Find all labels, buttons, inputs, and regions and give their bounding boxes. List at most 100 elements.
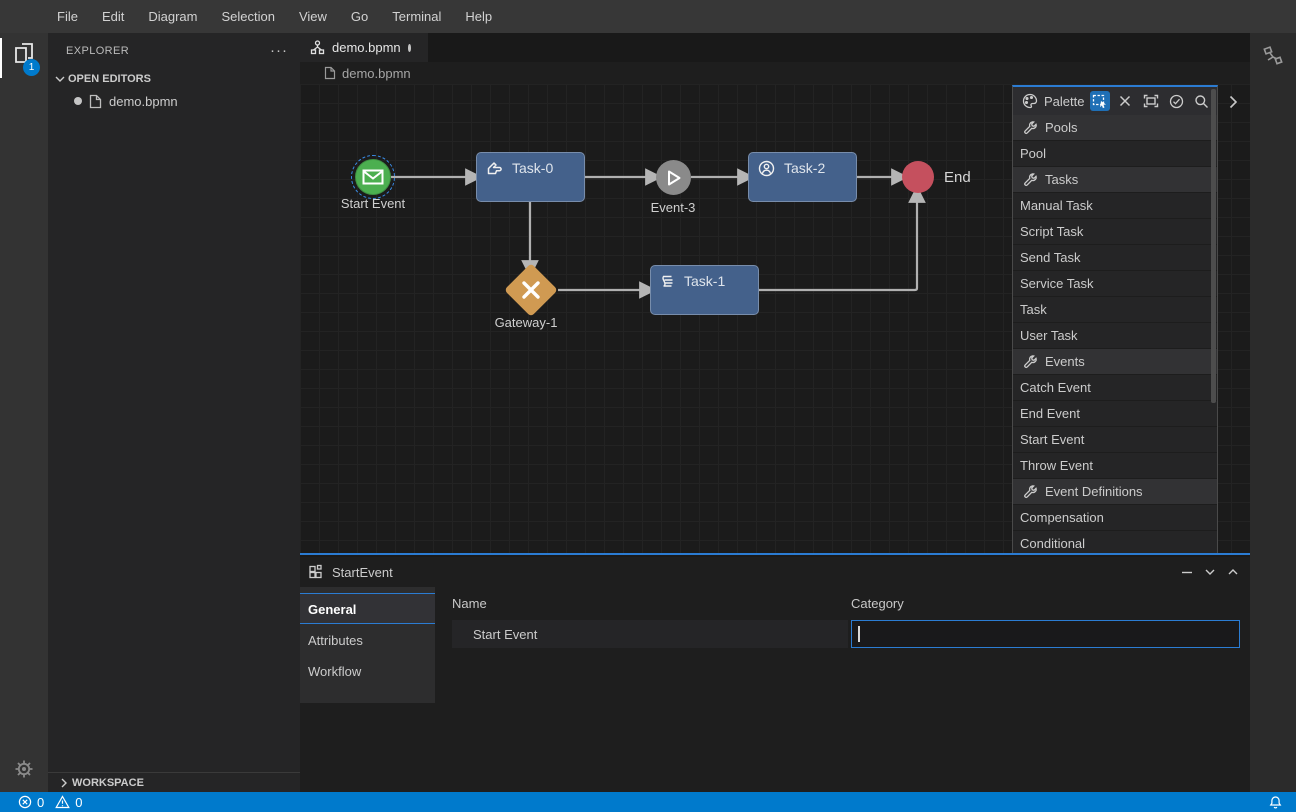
node-task-0[interactable]: Task-0 bbox=[476, 152, 585, 202]
palette-section-event-definitions[interactable]: Event Definitions bbox=[1013, 479, 1217, 505]
menu-item-file[interactable]: File bbox=[45, 0, 90, 33]
user-icon bbox=[758, 160, 775, 194]
palette-item-start-event[interactable]: Start Event bbox=[1013, 427, 1217, 453]
open-editors-section[interactable]: OPEN EDITORS bbox=[48, 68, 300, 90]
chevron-right-icon[interactable] bbox=[1224, 93, 1242, 111]
node-end-event[interactable] bbox=[902, 161, 934, 193]
palette-section-label: Events bbox=[1045, 354, 1085, 369]
tab-demo-bpmn[interactable]: demo.bpmn bbox=[300, 33, 428, 62]
palette-header: Palette bbox=[1013, 87, 1217, 115]
name-field-value[interactable]: Start Event bbox=[452, 620, 848, 648]
minimize-icon[interactable] bbox=[1180, 565, 1194, 579]
palette-item-catch-event[interactable]: Catch Event bbox=[1013, 375, 1217, 401]
open-editor-filename: demo.bpmn bbox=[109, 94, 178, 109]
tab-general[interactable]: General bbox=[300, 593, 435, 624]
right-side-panel bbox=[1250, 33, 1296, 792]
node-start-event[interactable] bbox=[355, 159, 391, 195]
workspace-section[interactable]: WORKSPACE bbox=[48, 772, 300, 792]
active-view-indicator bbox=[0, 38, 2, 78]
menu-item-selection[interactable]: Selection bbox=[209, 0, 286, 33]
validate-tool-button[interactable] bbox=[1166, 91, 1185, 111]
label-task-0: Task-0 bbox=[512, 160, 553, 194]
settings-gear-button[interactable] bbox=[11, 756, 37, 782]
palette-item-compensation[interactable]: Compensation bbox=[1013, 505, 1217, 531]
palette-item-user-task[interactable]: User Task bbox=[1013, 323, 1217, 349]
editor-group: demo.bpmn demo.bpmn bbox=[300, 33, 1250, 792]
properties-panel: StartEvent GeneralAttributesWorkflow bbox=[300, 557, 1250, 792]
symbol-misc-icon bbox=[308, 564, 324, 580]
chevron-right-icon bbox=[56, 775, 72, 791]
palette-item-service-task[interactable]: Service Task bbox=[1013, 271, 1217, 297]
more-actions-icon[interactable]: ··· bbox=[270, 42, 288, 59]
bpmn-diagram-icon bbox=[310, 40, 325, 55]
errors-count[interactable]: 0 bbox=[37, 795, 44, 810]
errors-icon[interactable] bbox=[18, 795, 32, 809]
palette-title: Palette bbox=[1044, 94, 1084, 109]
category-input[interactable] bbox=[852, 621, 1239, 647]
label-task-2: Task-2 bbox=[784, 160, 825, 194]
palette-item-throw-event[interactable]: Throw Event bbox=[1013, 453, 1217, 479]
palette-section-events[interactable]: Events bbox=[1013, 349, 1217, 375]
palette-item-send-task[interactable]: Send Task bbox=[1013, 245, 1217, 271]
breadcrumb-item[interactable]: demo.bpmn bbox=[342, 66, 411, 81]
structure-icon bbox=[1261, 44, 1285, 68]
manual-task-hand-icon bbox=[486, 160, 503, 194]
tab-dirty-dot-icon[interactable] bbox=[408, 44, 411, 52]
palette-item-pool[interactable]: Pool bbox=[1013, 141, 1217, 167]
chevron-down-icon[interactable] bbox=[1203, 565, 1217, 579]
label-end-event: End bbox=[944, 169, 971, 186]
menu-bar: FileEditDiagramSelectionViewGoTerminalHe… bbox=[0, 0, 1296, 33]
open-editors-label: OPEN EDITORS bbox=[68, 73, 151, 85]
diagram-canvas[interactable]: Start Event Task-0 Event-3 bbox=[300, 84, 1250, 555]
open-editor-item[interactable]: demo.bpmn bbox=[48, 90, 300, 112]
file-icon bbox=[324, 66, 336, 80]
status-bar: 0 0 bbox=[0, 792, 1296, 812]
palette-item-task[interactable]: Task bbox=[1013, 297, 1217, 323]
palette-item-script-task[interactable]: Script Task bbox=[1013, 219, 1217, 245]
palette-item-conditional[interactable]: Conditional bbox=[1013, 531, 1217, 555]
menu-item-view[interactable]: View bbox=[287, 0, 339, 33]
node-task-2[interactable]: Task-2 bbox=[748, 152, 857, 202]
palette-section-label: Pools bbox=[1045, 120, 1078, 135]
breadcrumb: demo.bpmn bbox=[300, 62, 1250, 84]
gear-icon bbox=[11, 756, 37, 782]
name-field-group: Name Start Event bbox=[452, 596, 848, 648]
palette-item-end-event[interactable]: End Event bbox=[1013, 401, 1217, 427]
category-field-group: Category bbox=[851, 596, 1240, 648]
marquee-tool-button[interactable] bbox=[1090, 91, 1109, 111]
menu-item-help[interactable]: Help bbox=[453, 0, 504, 33]
explorer-title: EXPLORER bbox=[66, 45, 270, 57]
palette-section-tasks[interactable]: Tasks bbox=[1013, 167, 1217, 193]
notifications-bell-icon[interactable] bbox=[1268, 795, 1283, 810]
menu-item-go[interactable]: Go bbox=[339, 0, 380, 33]
menu-item-diagram[interactable]: Diagram bbox=[136, 0, 209, 33]
diagram-outline-button[interactable] bbox=[1261, 44, 1285, 68]
search-tool-button[interactable] bbox=[1192, 91, 1211, 111]
warnings-icon[interactable] bbox=[55, 795, 70, 809]
warnings-count[interactable]: 0 bbox=[75, 795, 82, 810]
menu-item-edit[interactable]: Edit bbox=[90, 0, 136, 33]
fit-to-screen-tool-button[interactable] bbox=[1141, 91, 1160, 111]
script-icon bbox=[660, 273, 675, 307]
file-icon bbox=[89, 94, 102, 109]
wrench-icon bbox=[1023, 354, 1038, 369]
chevron-up-icon[interactable] bbox=[1226, 565, 1240, 579]
tab-workflow[interactable]: Workflow bbox=[300, 655, 435, 686]
palette-icon bbox=[1022, 93, 1038, 109]
delete-tool-button[interactable] bbox=[1116, 91, 1135, 111]
node-event-3[interactable] bbox=[656, 160, 691, 195]
palette-item-manual-task[interactable]: Manual Task bbox=[1013, 193, 1217, 219]
wrench-icon bbox=[1023, 120, 1038, 135]
wrench-icon bbox=[1023, 484, 1038, 499]
tab-attributes[interactable]: Attributes bbox=[300, 624, 435, 655]
menu-item-terminal[interactable]: Terminal bbox=[380, 0, 453, 33]
explorer-badge: 1 bbox=[23, 59, 40, 76]
name-field-label: Name bbox=[452, 596, 848, 611]
tab-bar: demo.bpmn bbox=[300, 33, 1250, 62]
palette-scrollbar[interactable] bbox=[1211, 89, 1216, 403]
palette-section-label: Event Definitions bbox=[1045, 484, 1143, 499]
category-field-label: Category bbox=[851, 596, 1240, 611]
node-task-1[interactable]: Task-1 bbox=[650, 265, 759, 315]
application-window: FileEditDiagramSelectionViewGoTerminalHe… bbox=[0, 0, 1296, 812]
palette-section-pools[interactable]: Pools bbox=[1013, 115, 1217, 141]
